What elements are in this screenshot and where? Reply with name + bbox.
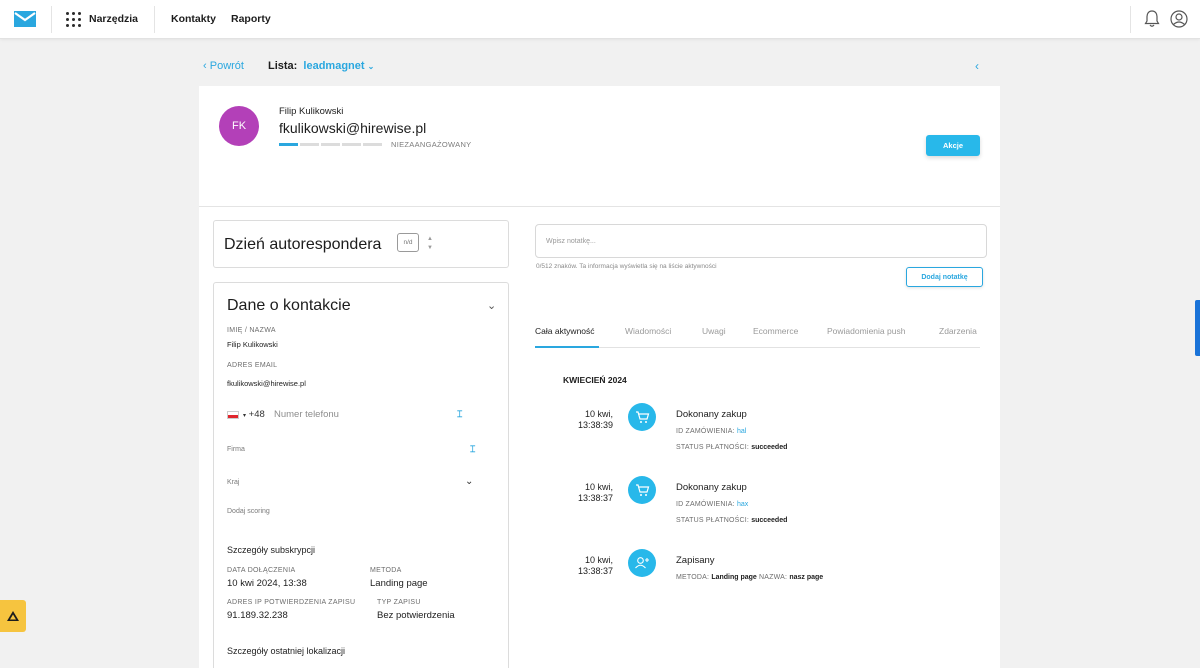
actions-button[interactable]: Akcje bbox=[926, 135, 980, 156]
order-id-link[interactable]: hax bbox=[737, 501, 748, 508]
cart-icon bbox=[628, 476, 656, 504]
event-title: Zapisany bbox=[676, 555, 715, 566]
company-field[interactable]: Firma bbox=[227, 446, 245, 453]
country-select[interactable]: Kraj bbox=[227, 479, 239, 486]
note-input[interactable]: Wpisz notatkę... bbox=[535, 224, 987, 258]
stepper-icon[interactable]: ▲ ▼ bbox=[427, 235, 433, 253]
tab-ecommerce[interactable]: Ecommerce bbox=[753, 326, 798, 336]
avatar: FK bbox=[219, 106, 259, 146]
chevron-left-icon: ‹ bbox=[203, 60, 210, 72]
edit-icon[interactable]: ⌶ bbox=[470, 444, 475, 455]
details-title: Dane o kontakcie bbox=[227, 297, 351, 314]
side-feedback-tab[interactable] bbox=[1195, 300, 1200, 356]
chevron-down-icon[interactable]: ⌄ bbox=[465, 476, 473, 487]
event-date: 10 kwi, 13:38:37 bbox=[577, 555, 613, 576]
subscription-title: Szczegóły subskrypcji bbox=[227, 545, 316, 555]
logo-envelope-icon[interactable] bbox=[14, 11, 36, 27]
event-title: Dokonany zakup bbox=[676, 482, 747, 493]
email-value: fkulikowski@hirewise.pl bbox=[227, 379, 306, 388]
list-selector[interactable]: Lista: leadmagnet ⌄ bbox=[268, 60, 374, 72]
type-value: Bez potwierdzenia bbox=[377, 610, 455, 621]
type-label: TYP ZAPISU bbox=[377, 599, 421, 606]
event-detail: STATUS PŁATNOŚCI: succeeded bbox=[676, 444, 788, 451]
scoring-field[interactable]: Dodaj scoring bbox=[227, 508, 270, 515]
nav-reports[interactable]: Raporty bbox=[231, 13, 271, 25]
autoresponder-title: Dzień autorespondera bbox=[224, 236, 382, 253]
divider bbox=[154, 6, 155, 33]
edit-icon[interactable]: ⌶ bbox=[457, 409, 462, 420]
user-circle-icon[interactable] bbox=[1170, 10, 1188, 28]
ip-value: 91.189.32.238 bbox=[227, 610, 288, 621]
list-name[interactable]: leadmagnet bbox=[303, 60, 364, 72]
autoresponder-value[interactable]: n/d bbox=[397, 233, 419, 252]
autoresponder-card: Dzień autorespondera n/d ▲ ▼ bbox=[213, 220, 509, 268]
event-detail: METODA: Landing page NAZWA: nasz page bbox=[676, 574, 824, 581]
flag-pl-icon[interactable] bbox=[227, 411, 239, 419]
activity-tabs: Cała aktywność Wiadomości Uwagi Ecommerc… bbox=[535, 326, 980, 348]
ip-label: ADRES IP POTWIERDZENIA ZAPISU bbox=[227, 599, 356, 606]
activity-month: KWIECIEŃ 2024 bbox=[563, 375, 627, 385]
chevron-down-icon: ⌄ bbox=[367, 62, 375, 71]
list-label: Lista: bbox=[268, 60, 298, 72]
order-id-link[interactable]: hal bbox=[737, 428, 746, 435]
tab-notes[interactable]: Uwagi bbox=[702, 326, 726, 336]
add-note-button[interactable]: Dodaj notatkę bbox=[906, 267, 983, 287]
nav-contacts[interactable]: Kontakty bbox=[171, 13, 216, 25]
help-widget-button[interactable] bbox=[0, 600, 26, 632]
back-link[interactable]: ‹ Powrót bbox=[203, 60, 244, 72]
user-add-icon bbox=[628, 549, 656, 577]
location-title: Szczegóły ostatniej lokalizacji bbox=[227, 646, 346, 656]
name-value[interactable]: Filip Kulikowski bbox=[227, 340, 278, 349]
event-detail: ID ZAMÓWIENIA: hax bbox=[676, 501, 749, 508]
email-label: ADRES EMAIL bbox=[227, 362, 278, 369]
engagement-label: NIEZAANGAŻOWANY bbox=[391, 140, 472, 149]
event-date: 10 kwi, 13:38:39 bbox=[577, 409, 613, 430]
note-help-text: 0/512 znaków. Ta informacja wyświetla si… bbox=[536, 263, 717, 270]
phone-input[interactable]: Numer telefonu bbox=[274, 409, 339, 420]
engagement-bar bbox=[279, 143, 382, 146]
tab-events[interactable]: Zdarzenia bbox=[939, 326, 977, 336]
collapse-chevron-icon[interactable]: ‹ bbox=[975, 59, 979, 73]
name-label: IMIĘ / NAZWA bbox=[227, 327, 276, 334]
method-label: METODA bbox=[370, 567, 402, 574]
event-detail: ID ZAMÓWIENIA: hal bbox=[676, 428, 747, 435]
tab-all-activity[interactable]: Cała aktywność bbox=[535, 326, 595, 336]
triangle-logo-icon bbox=[7, 611, 19, 621]
event-detail: STATUS PŁATNOŚCI: succeeded bbox=[676, 517, 788, 524]
apps-grid-icon[interactable] bbox=[66, 12, 81, 27]
divider bbox=[51, 6, 52, 33]
tools-menu[interactable]: Narzędzia bbox=[89, 13, 138, 25]
top-bar: Narzędzia Kontakty Raporty bbox=[0, 0, 1200, 39]
contact-name: Filip Kulikowski bbox=[279, 106, 344, 117]
tab-messages[interactable]: Wiadomości bbox=[625, 326, 671, 336]
event-date: 10 kwi, 13:38:37 bbox=[577, 482, 613, 503]
contact-header: FK Filip Kulikowski fkulikowski@hirewise… bbox=[199, 86, 1000, 207]
tab-push[interactable]: Powiadomienia push bbox=[827, 326, 905, 336]
join-date-label: DATA DOŁĄCZENIA bbox=[227, 567, 296, 574]
chevron-down-icon[interactable]: ⌄ bbox=[487, 299, 496, 312]
contact-email: fkulikowski@hirewise.pl bbox=[279, 120, 427, 136]
method-value: Landing page bbox=[370, 578, 428, 589]
join-date-value: 10 kwi 2024, 13:38 bbox=[227, 578, 307, 589]
phone-code[interactable]: ▾ +48 bbox=[243, 409, 265, 420]
divider bbox=[1130, 6, 1131, 33]
cart-icon bbox=[628, 403, 656, 431]
event-title: Dokonany zakup bbox=[676, 409, 747, 420]
bell-icon[interactable] bbox=[1144, 10, 1160, 28]
contact-details-card: Dane o kontakcie ⌄ IMIĘ / NAZWA Filip Ku… bbox=[213, 282, 509, 668]
active-tab-indicator bbox=[535, 346, 599, 348]
